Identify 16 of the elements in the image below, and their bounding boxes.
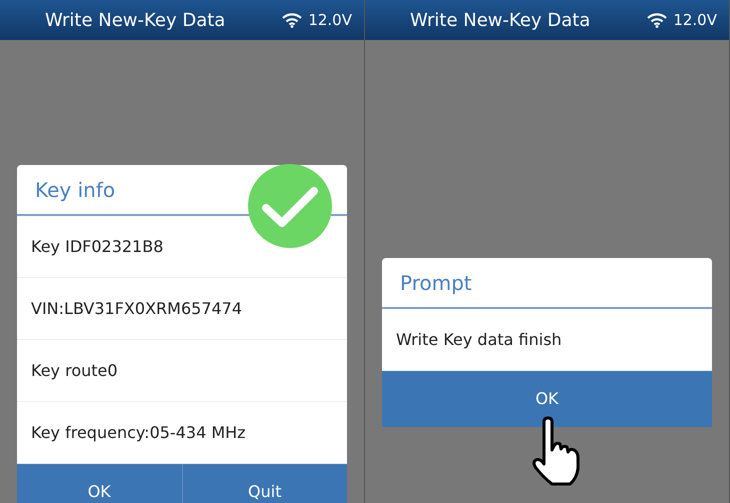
- info-text: Key frequency:05-434 MHz: [31, 422, 246, 444]
- info-text: Key IDF02321B8: [31, 236, 164, 258]
- info-text: Key route0: [31, 360, 118, 382]
- voltage-reading: 12.0V: [673, 10, 717, 31]
- dialog-button[interactable]: OK: [382, 371, 712, 427]
- info-text: VIN:LBV31FX0XRM657474: [31, 298, 242, 320]
- dialog-button[interactable]: OK: [17, 464, 182, 503]
- dialog-title: Prompt: [400, 270, 472, 296]
- screen-title: Write New-Key Data: [410, 8, 590, 32]
- wifi-icon: [647, 12, 668, 28]
- dialog-button[interactable]: Quit: [182, 464, 347, 503]
- screen-title: Write New-Key Data: [45, 8, 226, 32]
- info-text: Write Key data finish: [396, 328, 562, 350]
- dialog-title: Key info: [35, 176, 116, 204]
- wifi-icon: [282, 12, 302, 28]
- voltage-reading: 12.0V: [308, 10, 352, 31]
